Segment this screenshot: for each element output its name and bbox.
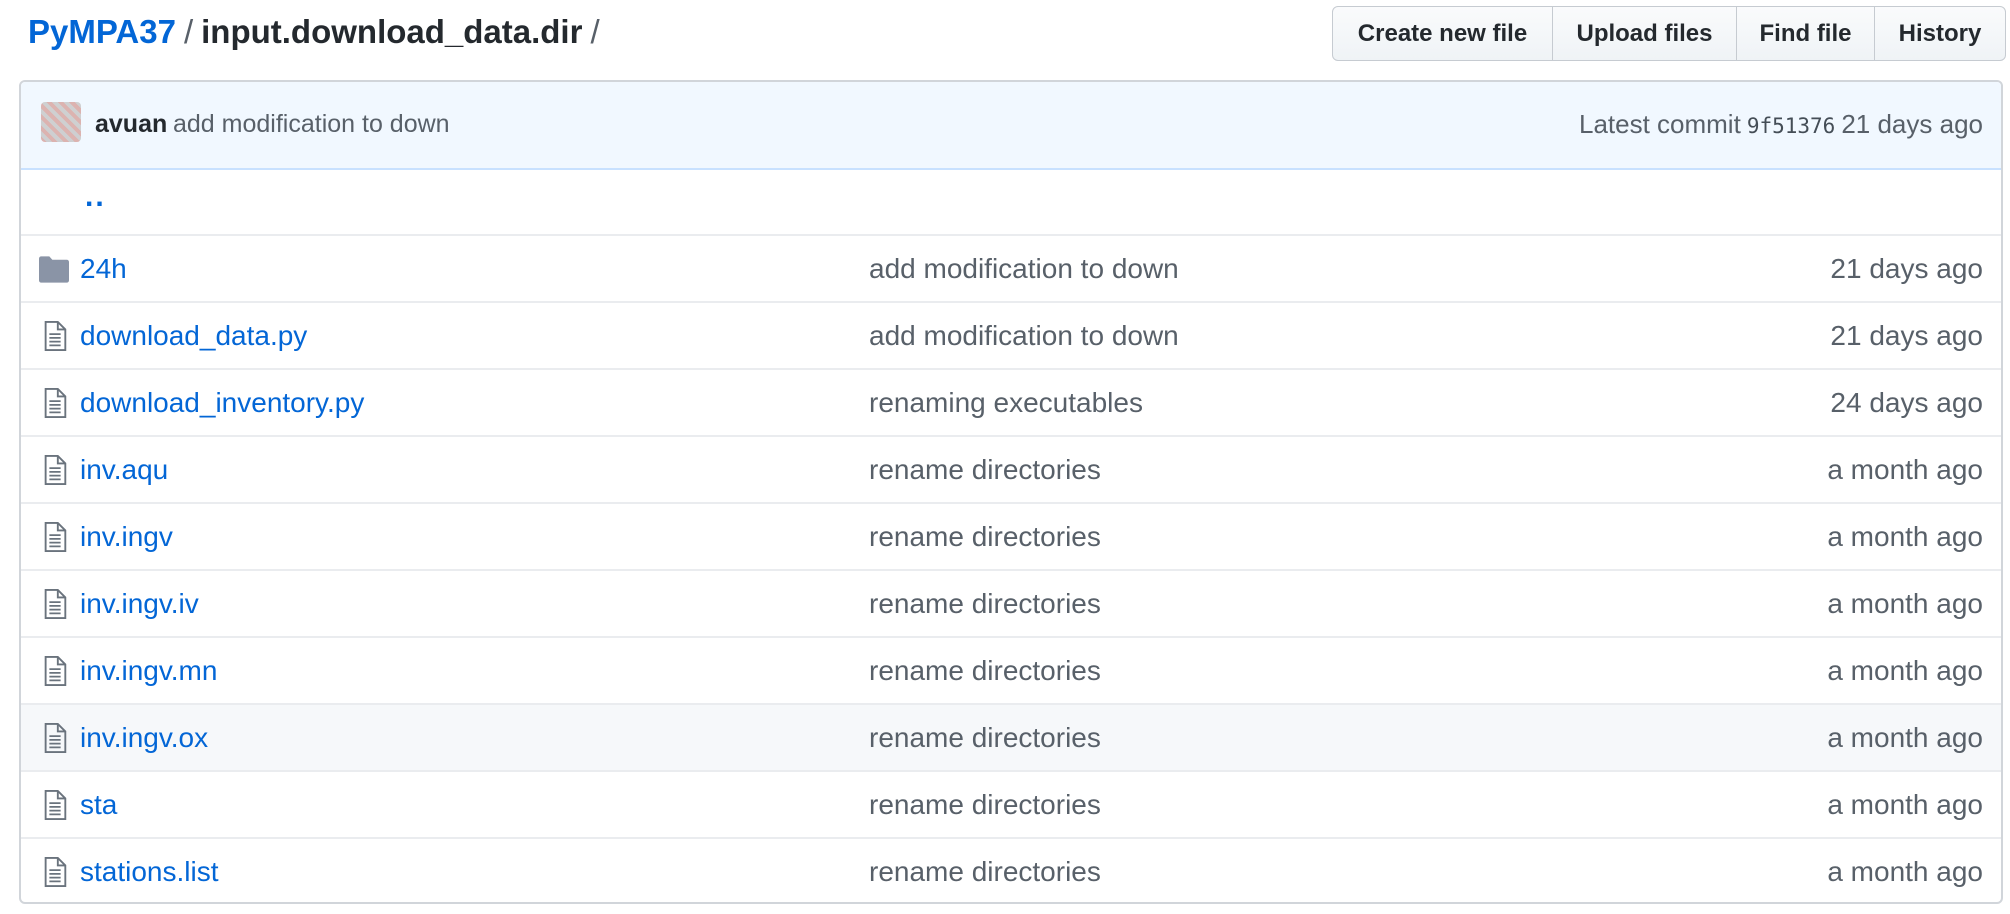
commit-age: 24 days ago <box>1830 387 1983 418</box>
file-name-link[interactable]: inv.ingv <box>80 504 173 569</box>
parent-directory-link[interactable]: .. <box>85 180 106 214</box>
table-row: inv.ingv.ox rename directories a month ago <box>21 705 2001 772</box>
file-name-link[interactable]: inv.ingv.ox <box>80 705 208 770</box>
latest-commit-bar: avuan add modification to down Latest co… <box>21 82 2001 170</box>
parent-directory-row: .. <box>21 170 2001 236</box>
avatar[interactable] <box>41 102 81 142</box>
file-icon <box>43 790 73 820</box>
file-name-link[interactable]: download_inventory.py <box>80 370 364 435</box>
file-name-link[interactable]: stations.list <box>80 839 219 902</box>
file-name-link[interactable]: inv.ingv.iv <box>80 571 199 636</box>
find-file-button[interactable]: Find file <box>1737 7 1875 60</box>
latest-commit-info: Latest commit 9f51376 21 days ago <box>1579 82 1983 168</box>
current-directory: input.download_data.dir <box>201 13 583 50</box>
page-header: PyMPA37/input.download_data.dir / Create … <box>0 0 2010 80</box>
history-button[interactable]: History <box>1875 7 2005 60</box>
table-row: 24h add modification to down 21 days ago <box>21 236 2001 303</box>
create-new-file-button[interactable]: Create new file <box>1333 7 1553 60</box>
breadcrumb-trailing-separator: / <box>590 13 600 50</box>
commit-message-link[interactable]: rename directories <box>869 772 1101 837</box>
commit-age: 21 days ago <box>1830 253 1983 284</box>
commit-age: a month ago <box>1827 655 1983 686</box>
repo-link[interactable]: PyMPA37 <box>28 13 176 50</box>
file-list: 24h add modification to down 21 days ago do… <box>21 236 2001 902</box>
file-icon <box>43 455 73 485</box>
commit-message-link[interactable]: renaming executables <box>869 370 1143 435</box>
commit-message-link[interactable]: rename directories <box>869 504 1101 569</box>
commit-sha-link[interactable]: 9f51376 <box>1741 114 1842 138</box>
file-icon <box>43 589 73 619</box>
commit-message-link[interactable]: rename directories <box>869 705 1101 770</box>
file-browser: PyMPA37/input.download_data.dir / Create … <box>0 0 2010 914</box>
commit-message-link[interactable]: add modification to down <box>869 303 1179 368</box>
file-name-link[interactable]: download_data.py <box>80 303 307 368</box>
table-row: sta rename directories a month ago <box>21 772 2001 839</box>
upload-files-button[interactable]: Upload files <box>1553 7 1737 60</box>
file-table: avuan add modification to down Latest co… <box>19 80 2003 904</box>
commit-message-link[interactable]: add modification to down <box>869 236 1179 301</box>
table-row: stations.list rename directories a month a… <box>21 839 2001 902</box>
table-row: inv.aqu rename directories a month ago <box>21 437 2001 504</box>
table-row: inv.ingv.iv rename directories a month ago <box>21 571 2001 638</box>
file-name-link[interactable]: 24h <box>80 236 127 301</box>
latest-commit-label: Latest commit <box>1578 109 1741 139</box>
commit-age: a month ago <box>1827 521 1983 552</box>
file-name-link[interactable]: inv.aqu <box>80 437 168 502</box>
file-name-link[interactable]: sta <box>80 772 117 837</box>
file-icon <box>43 723 73 753</box>
file-icon <box>43 522 73 552</box>
file-icon <box>43 388 73 418</box>
file-icon <box>43 857 73 887</box>
table-row: download_data.py add modification to down… <box>21 303 2001 370</box>
commit-age: a month ago <box>1827 856 1983 887</box>
commit-message-link[interactable]: rename directories <box>869 571 1101 636</box>
commit-age: 21 days ago <box>1841 109 1983 139</box>
commit-author-link[interactable]: avuan <box>95 82 167 166</box>
folder-icon <box>39 256 69 286</box>
file-actions-toolbar: Create new file Upload files Find file H… <box>1332 6 2006 61</box>
file-name-link[interactable]: inv.ingv.mn <box>80 638 217 703</box>
commit-age: a month ago <box>1827 588 1983 619</box>
file-icon <box>43 656 73 686</box>
breadcrumb-separator: / <box>183 13 194 50</box>
file-icon <box>43 321 73 351</box>
commit-message-link[interactable]: add modification to down <box>173 82 450 166</box>
table-row: inv.ingv.mn rename directories a month ago <box>21 638 2001 705</box>
table-row: download_inventory.py renaming executable… <box>21 370 2001 437</box>
commit-age: a month ago <box>1827 789 1983 820</box>
commit-age: a month ago <box>1827 454 1983 485</box>
table-row: inv.ingv rename directories a month ago <box>21 504 2001 571</box>
commit-age: a month ago <box>1827 722 1983 753</box>
commit-age: 21 days ago <box>1830 320 1983 351</box>
commit-message-link[interactable]: rename directories <box>869 437 1101 502</box>
breadcrumb: PyMPA37/input.download_data.dir / <box>28 10 608 54</box>
commit-message-link[interactable]: rename directories <box>869 839 1101 902</box>
commit-message-link[interactable]: rename directories <box>869 638 1101 703</box>
